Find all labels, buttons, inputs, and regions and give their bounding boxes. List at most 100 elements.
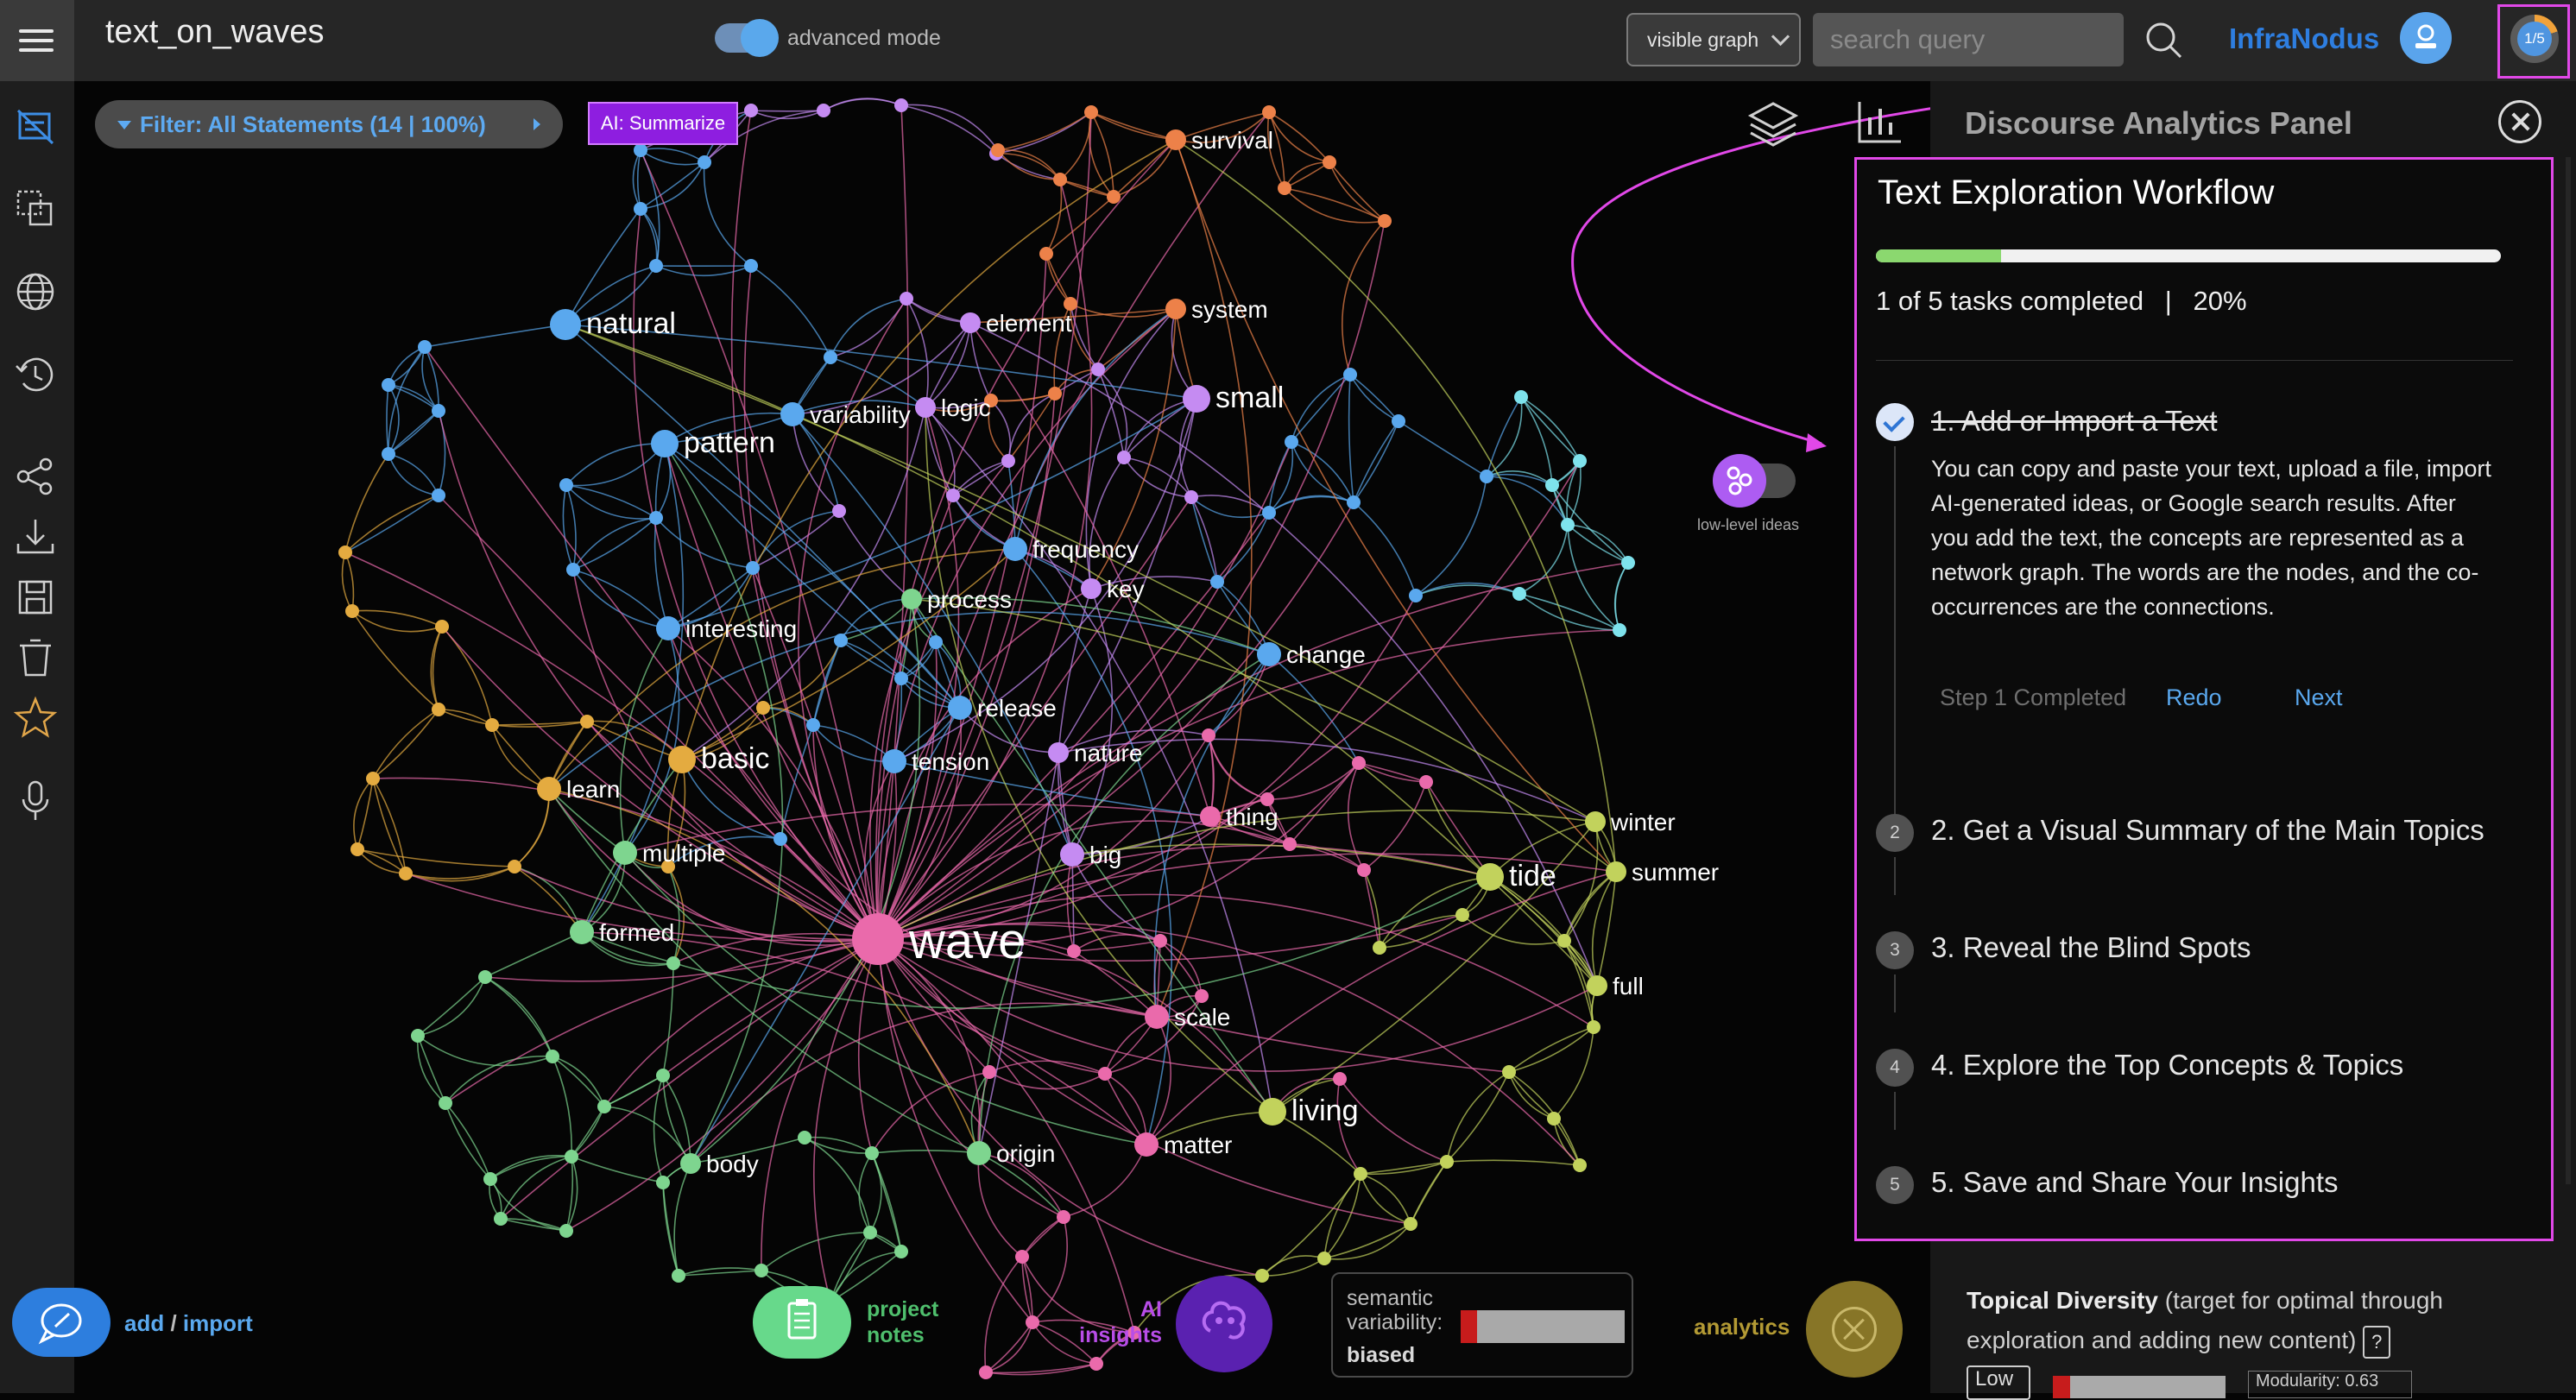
graph-node[interactable] [1084, 105, 1098, 119]
graph-node[interactable] [1184, 490, 1198, 504]
graph-node[interactable] [1262, 105, 1276, 119]
graph-node[interactable] [1352, 756, 1366, 770]
graph-node[interactable] [1107, 190, 1121, 204]
node-matter[interactable] [1134, 1132, 1159, 1157]
node-big[interactable] [1060, 842, 1084, 867]
node-full[interactable] [1587, 975, 1607, 996]
graph-node[interactable] [1053, 173, 1067, 186]
graph-node[interactable] [1573, 454, 1587, 468]
brand-logo[interactable]: InfraNodus [2229, 22, 2379, 55]
graph-filter-icon[interactable] [13, 105, 58, 150]
graph-node[interactable] [338, 545, 352, 559]
graph-node[interactable] [1587, 1020, 1601, 1034]
node-basic[interactable] [668, 746, 696, 773]
advanced-mode-toggle-knob[interactable] [741, 19, 779, 57]
graph-node[interactable] [411, 1029, 425, 1043]
graph-node[interactable] [824, 350, 837, 364]
graph-node[interactable] [1557, 934, 1571, 948]
project-notes-label[interactable]: project notes [867, 1296, 938, 1348]
node-wave[interactable] [852, 913, 904, 965]
node-element[interactable] [960, 312, 981, 333]
node-formed[interactable] [570, 920, 594, 944]
layers-icon[interactable] [1746, 97, 1801, 152]
add-import-label[interactable]: add / import [124, 1310, 253, 1337]
node-change[interactable] [1257, 642, 1281, 666]
node-learn[interactable] [537, 777, 561, 801]
trash-icon[interactable] [13, 635, 58, 680]
graph-node[interactable] [566, 563, 580, 577]
graph-node[interactable] [1278, 181, 1291, 195]
graph-node[interactable] [649, 511, 663, 525]
graph-node[interactable] [991, 143, 1005, 157]
graph-node[interactable] [1089, 1357, 1103, 1371]
node-logic[interactable] [915, 397, 936, 418]
graph-node[interactable] [439, 1096, 452, 1110]
search-icon[interactable] [2144, 21, 2182, 59]
graph-node[interactable] [1323, 155, 1336, 169]
analytics-close-button[interactable] [1806, 1281, 1903, 1378]
project-notes-button[interactable] [753, 1286, 851, 1359]
close-panel-button[interactable] [2498, 100, 2541, 143]
node-variability[interactable] [780, 402, 805, 426]
graph-node[interactable] [1262, 506, 1276, 520]
graph-node[interactable] [672, 1269, 685, 1283]
graph-node[interactable] [1573, 1158, 1587, 1172]
low-level-ideas-toggle-knob[interactable] [1713, 454, 1766, 508]
graph-node[interactable] [350, 842, 364, 856]
graph-node[interactable] [1285, 435, 1298, 449]
graph-node[interactable] [1404, 1217, 1417, 1231]
node-winter[interactable] [1585, 811, 1606, 832]
download-icon[interactable] [13, 514, 58, 559]
graph-node[interactable] [894, 1245, 908, 1258]
select-icon[interactable] [13, 186, 58, 231]
graph-node[interactable] [656, 1176, 670, 1189]
graph-node[interactable] [634, 143, 647, 157]
graph-node[interactable] [1317, 1252, 1331, 1265]
graph-node[interactable] [1210, 575, 1224, 589]
graph-node[interactable] [382, 447, 395, 461]
graph-node[interactable] [418, 340, 432, 354]
graph-node[interactable] [1195, 989, 1209, 1003]
graph-node[interactable] [366, 772, 380, 785]
node-tide[interactable] [1476, 863, 1504, 891]
graph-node[interactable] [1621, 556, 1635, 570]
graph-node[interactable] [894, 98, 908, 112]
node-key[interactable] [1081, 578, 1102, 599]
network-graph[interactable]: wavenaturalpatternvariabilitylogicelemen… [74, 81, 1930, 1393]
graph-node[interactable] [832, 504, 846, 518]
graph-node[interactable] [1480, 470, 1493, 483]
graph-node[interactable] [698, 155, 711, 169]
graph-node[interactable] [666, 956, 680, 970]
step-3-label[interactable]: 3. Reveal the Blind Spots [1931, 931, 2251, 964]
graph-node[interactable] [1153, 934, 1167, 948]
graph-node[interactable] [1015, 1250, 1029, 1264]
graph-node[interactable] [485, 718, 499, 732]
node-survival[interactable] [1165, 129, 1186, 150]
analytics-label[interactable]: analytics [1694, 1314, 1790, 1340]
graph-node[interactable] [1098, 1067, 1112, 1081]
node-frequency[interactable] [1003, 537, 1027, 561]
semantic-variability-box[interactable]: semantic variability: biased [1331, 1272, 1633, 1378]
graph-node[interactable] [634, 202, 647, 216]
menu-icon[interactable] [0, 0, 74, 81]
add-import-button[interactable] [12, 1288, 110, 1357]
graph-node[interactable] [597, 1100, 611, 1113]
graph-node[interactable] [773, 832, 787, 846]
graph-node[interactable] [1378, 214, 1392, 228]
graph-node[interactable] [1067, 944, 1081, 958]
ai-insights-label[interactable]: AI insights [1076, 1296, 1162, 1348]
graph-node[interactable] [432, 404, 445, 418]
node-release[interactable] [948, 696, 972, 720]
step-2-number[interactable]: 2 [1876, 814, 1914, 852]
graph-node[interactable] [754, 1264, 768, 1277]
graph-nodes[interactable] [338, 98, 1635, 1379]
graph-node[interactable] [798, 1131, 811, 1145]
graph-node[interactable] [435, 620, 449, 634]
graph-node[interactable] [946, 489, 960, 502]
help-button[interactable]: ? [2363, 1326, 2390, 1359]
bar-chart-icon[interactable] [1854, 97, 1904, 147]
search-input[interactable] [1813, 13, 2124, 66]
node-pattern[interactable] [651, 430, 679, 457]
node-multiple[interactable] [613, 841, 637, 865]
graph-node[interactable] [756, 701, 770, 715]
